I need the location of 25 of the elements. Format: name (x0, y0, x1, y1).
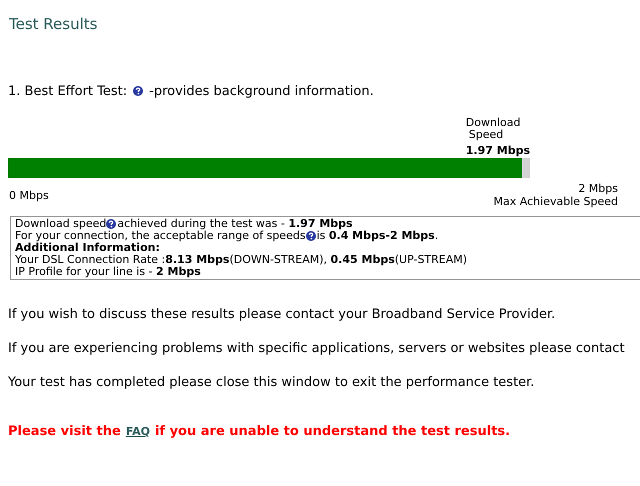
info-text: IP Profile for your line is - 2 Mbps (15, 266, 201, 278)
info-text: For your connection, the acceptable range of speeds (15, 230, 306, 242)
max-caption: Max Achievable Speed (494, 195, 618, 208)
speed-reading: 1.97 Mbps (466, 144, 530, 157)
info-text: achieved during the test was - 1.97 Mbps (116, 218, 353, 230)
info-text: Your DSL Connection Rate :8.13 Mbps(DOWN-STREAM), 0.45 Mbps(UP-STREAM) (15, 254, 468, 266)
help-icon[interactable] (106, 219, 116, 229)
info-heading: Additional Information: (15, 242, 160, 254)
test-note: -provides background information. (149, 82, 374, 100)
info-text: is 0.4 Mbps-2 Mbps. (316, 230, 438, 242)
help-icon[interactable] (306, 231, 316, 241)
min-label: 0 Mbps (9, 188, 49, 204)
message-text: Your test has completed please close this window to exit the performance tester. (8, 375, 536, 391)
info-text: Download speed (15, 218, 106, 230)
test-label: 1. Best Effort Test: (8, 82, 128, 100)
speed-caption: Speed (468, 129, 504, 141)
message-text: If you are experiencing problems with specific applications, servers or websites please contact (8, 341, 626, 357)
page-title: Test Results (9, 15, 98, 33)
message-text: If you wish to discuss these results please contact your Broadband Service Provider. (8, 307, 556, 323)
speed-caption: Download (466, 117, 520, 129)
notice-text: if you are unable to understand the test results. (154, 423, 510, 441)
notice-text: Please visit the (8, 423, 121, 441)
max-label: 2 Mbps (578, 182, 618, 195)
help-icon[interactable] (133, 86, 144, 96)
faq-link[interactable]: FAQ (126, 424, 150, 440)
